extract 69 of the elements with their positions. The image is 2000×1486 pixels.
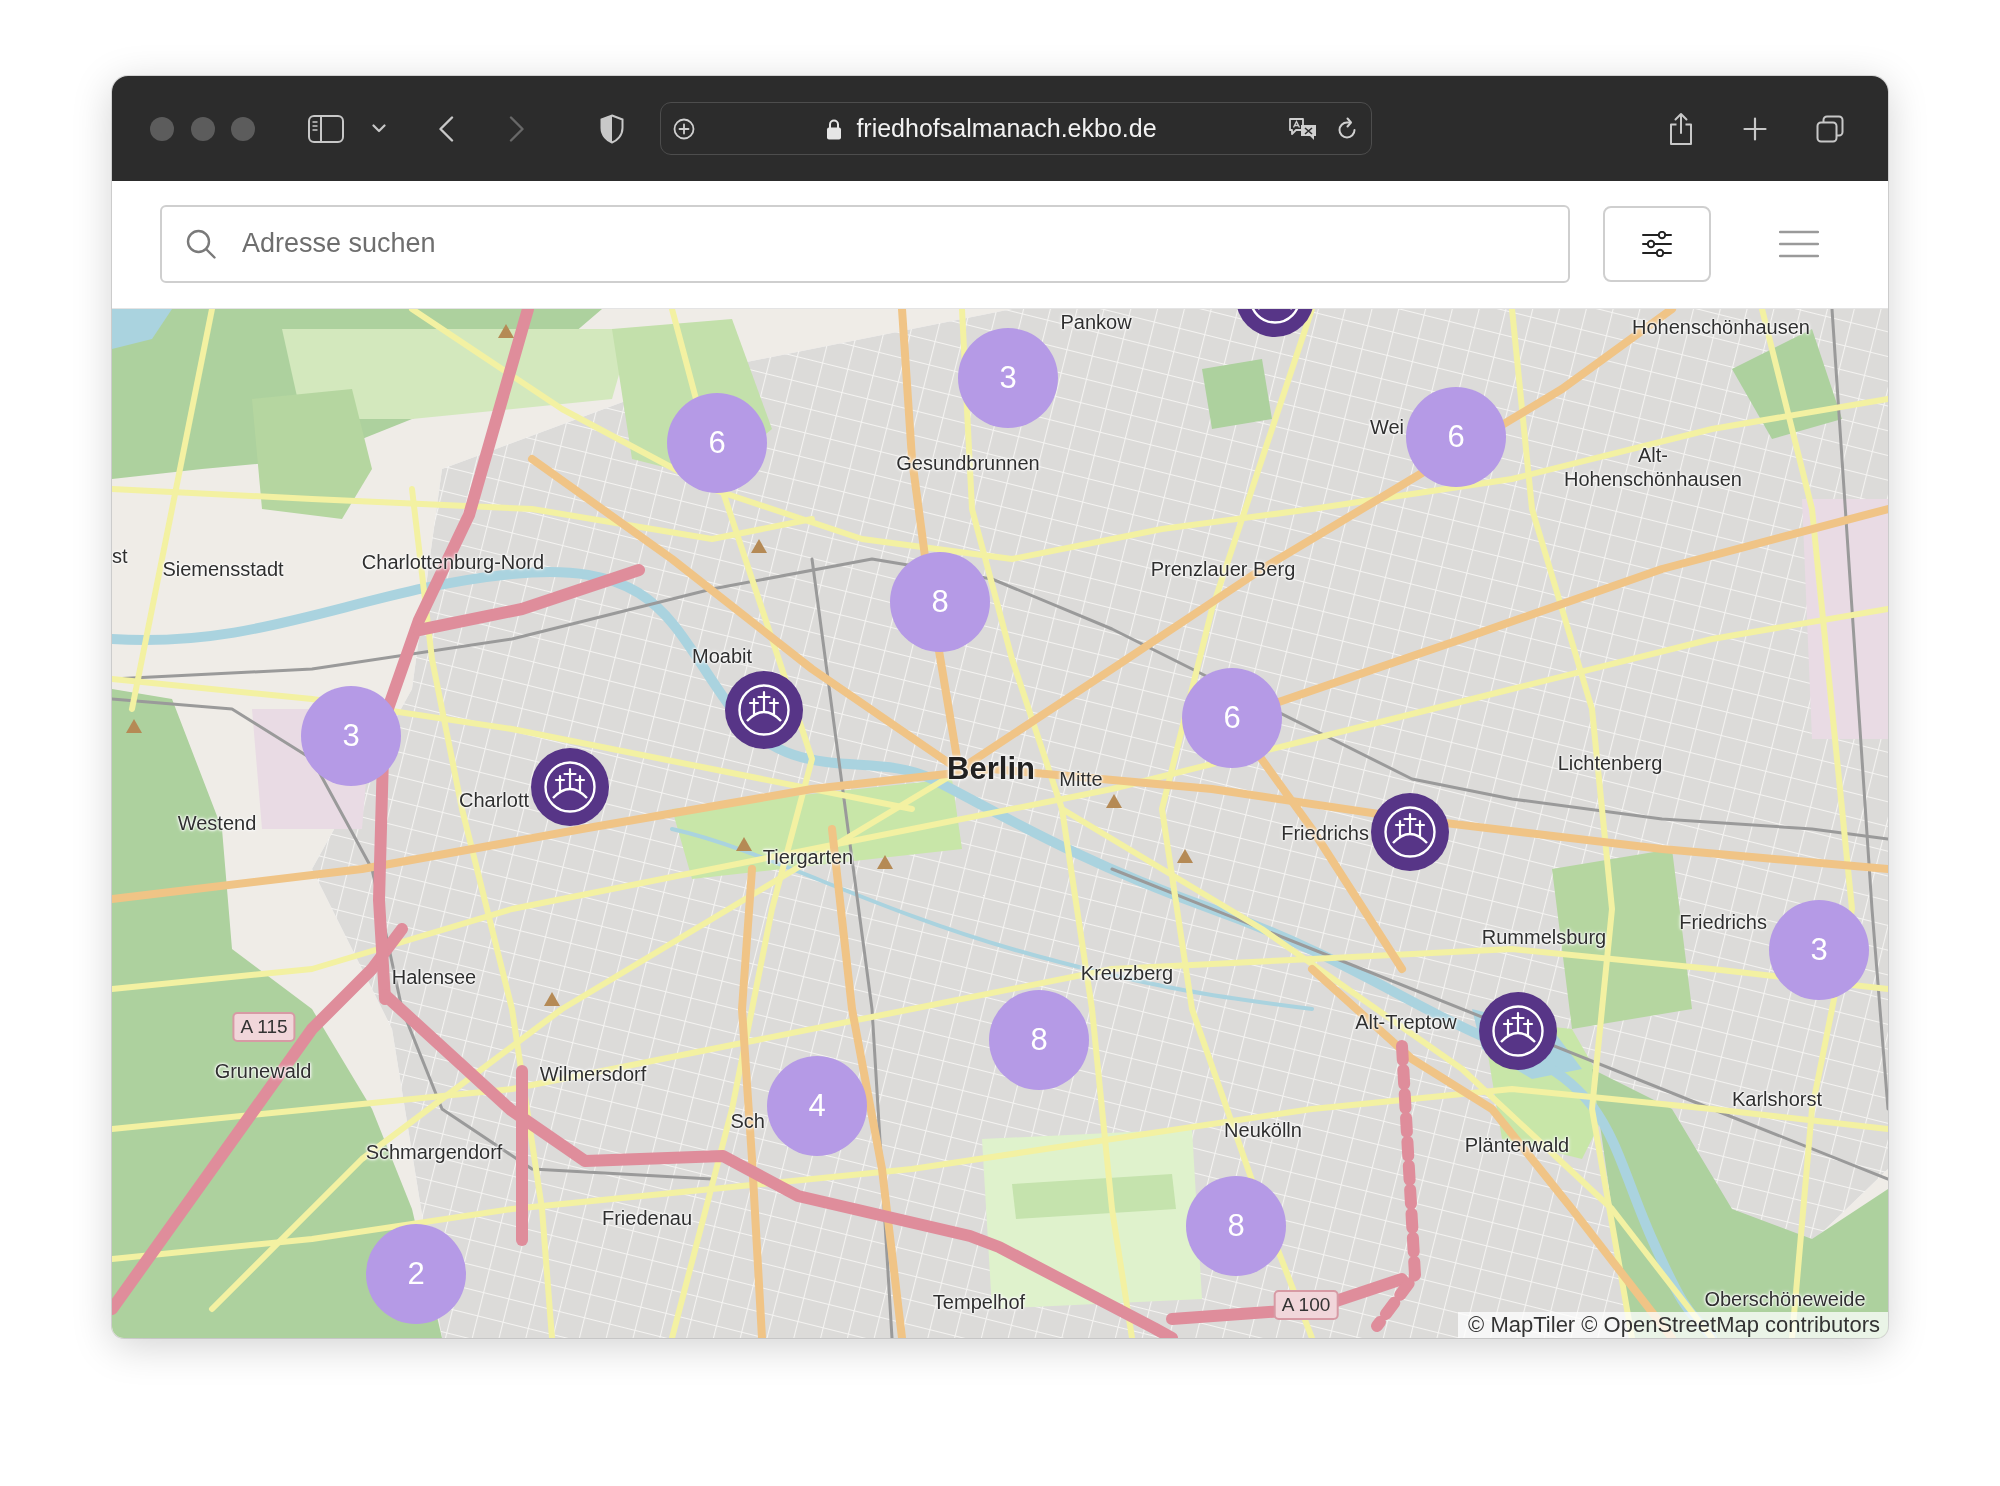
translate-icon[interactable] <box>1288 116 1318 141</box>
crosses-marker-icon[interactable] <box>1479 992 1557 1070</box>
crosses-marker-icon[interactable] <box>725 671 803 749</box>
sliders-icon <box>1642 230 1672 257</box>
plus-circle-icon[interactable] <box>673 117 695 140</box>
forward-icon[interactable] <box>509 115 525 142</box>
place-label: Friedrichs <box>1281 821 1369 845</box>
place-label: Sch <box>730 1109 765 1133</box>
place-label: Alt-Hohenschönhausen <box>1563 443 1743 491</box>
place-label: st <box>112 544 128 568</box>
city-label: Berlin <box>947 751 1035 787</box>
reload-icon[interactable] <box>1336 116 1358 141</box>
crosses-marker-icon[interactable] <box>1236 309 1314 337</box>
filter-button[interactable] <box>1603 205 1711 282</box>
triangle-icon <box>544 992 560 1006</box>
triangle-icon <box>126 719 142 733</box>
tabs-icon[interactable] <box>1816 114 1844 143</box>
menu-icon[interactable] <box>1779 229 1819 258</box>
attribution-text: © MapTiler © OpenStreetMap contributors <box>1458 1312 1888 1338</box>
place-label: Tempelhof <box>932 1290 1026 1314</box>
address-bar[interactable]: friedhofsalmanach.ekbo.de <box>660 102 1372 155</box>
triangle-icon <box>751 539 767 553</box>
shield-icon[interactable] <box>600 113 624 144</box>
search-icon <box>186 228 216 259</box>
place-label: Wilmersdorf <box>539 1062 647 1086</box>
place-label: Charlott <box>458 788 529 812</box>
place-label: Lichtenberg <box>1557 751 1663 775</box>
chevron-down-icon[interactable] <box>372 124 386 133</box>
road-shield: A 115 <box>232 1012 296 1042</box>
road-shield: A 100 <box>1273 1290 1339 1320</box>
place-label: Friedrichs <box>1679 910 1767 934</box>
place-label: Karlshorst <box>1732 1087 1822 1111</box>
triangle-icon <box>498 324 514 338</box>
place-label: Pankow <box>1060 310 1132 334</box>
triangle-icon <box>1106 794 1122 808</box>
place-label: Grunewald <box>214 1059 312 1083</box>
place-label: Westend <box>177 811 257 835</box>
triangle-icon <box>1177 849 1193 863</box>
url-text[interactable]: friedhofsalmanach.ekbo.de <box>856 114 1157 143</box>
lock-icon <box>826 117 843 140</box>
place-label: Plänterwald <box>1464 1133 1570 1157</box>
crosses-marker-icon[interactable] <box>531 748 609 826</box>
place-label: Moabit <box>692 644 752 668</box>
place-label: Alt-Treptow <box>1355 1010 1457 1034</box>
place-label: Mitte <box>1059 767 1103 791</box>
place-label: Tiergarten <box>762 845 854 869</box>
plus-icon[interactable] <box>1743 116 1767 141</box>
share-icon[interactable] <box>1668 111 1694 146</box>
place-label: Oberschöneweide <box>1704 1287 1866 1311</box>
place-label: Halensee <box>391 965 477 989</box>
place-label: Wei <box>1369 415 1404 439</box>
place-label: Charlottenburg-Nord <box>361 550 545 574</box>
back-icon[interactable] <box>438 115 454 142</box>
place-label: Gesundbrunnen <box>896 451 1040 475</box>
search-field[interactable]: Adresse suchen <box>160 204 1570 283</box>
place-label: Prenzlauer Berg <box>1150 557 1296 581</box>
place-label: Schmargendorf <box>365 1140 503 1164</box>
triangle-icon <box>877 855 893 869</box>
sidebar-icon[interactable] <box>308 114 344 143</box>
place-label: Siemensstadt <box>162 557 284 581</box>
lake-area <box>112 309 172 349</box>
park-area <box>1202 359 1272 429</box>
place-label: Friedenau <box>601 1206 693 1230</box>
place-label: Neukölln <box>1224 1118 1302 1142</box>
place-label: Kreuzberg <box>1080 961 1174 985</box>
place-label: Rummelsburg <box>1481 925 1607 949</box>
place-label: Hohenschönhausen <box>1632 315 1810 339</box>
crosses-marker-icon[interactable] <box>1371 793 1449 871</box>
triangle-icon <box>736 837 752 851</box>
